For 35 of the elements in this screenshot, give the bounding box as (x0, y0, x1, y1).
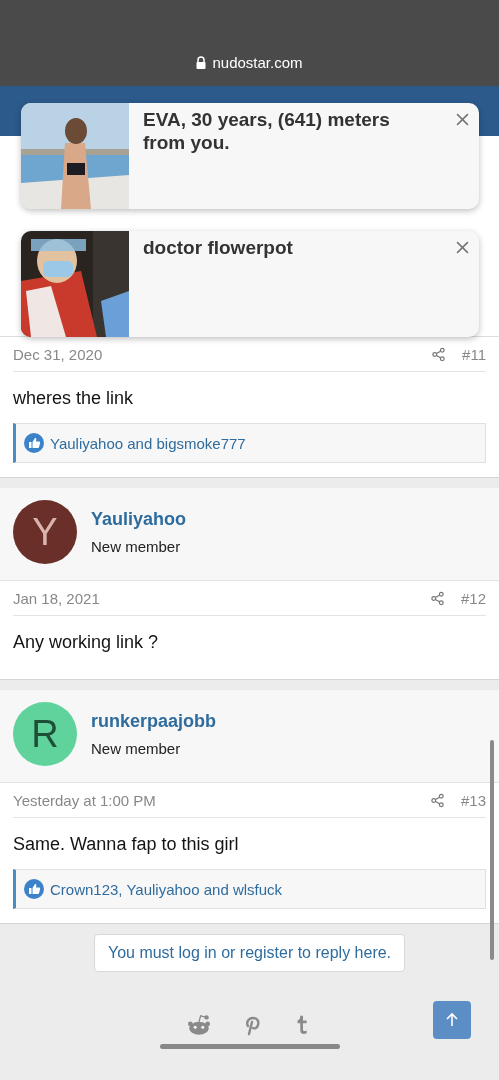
arrow-up-icon (444, 1012, 460, 1028)
reactions-link[interactable]: Crown123, Yauliyahoo and wlsfuck (50, 880, 283, 898)
scroll-top-button[interactable] (433, 1001, 471, 1039)
scrollbar[interactable] (490, 740, 494, 960)
post-date[interactable]: Dec 31, 2020 (13, 345, 103, 363)
post-number-link[interactable]: #12 (460, 589, 486, 607)
ad-title[interactable]: EVA, 30 years, (641) meters from you. (129, 103, 479, 155)
post-text: Any working link ? (13, 631, 160, 654)
post-number-link[interactable]: #11 (462, 345, 486, 363)
user-avatar[interactable]: Y (13, 500, 77, 564)
ad-title[interactable]: doctor flowerpot (129, 231, 349, 260)
reactions-link[interactable]: Yauliyahoo and bigsmoke777 (50, 434, 246, 452)
lock-icon (196, 56, 207, 69)
user-title: New member (91, 538, 182, 555)
like-icon (24, 433, 44, 453)
user-avatar[interactable]: R (13, 702, 77, 766)
reddit-icon[interactable] (185, 1012, 212, 1038)
post-number-link[interactable]: #13 (460, 791, 486, 809)
post-date[interactable]: Jan 18, 2021 (13, 589, 100, 607)
share-icon[interactable] (429, 590, 445, 606)
share-icon[interactable] (431, 346, 447, 362)
login-notice-button[interactable]: You must log in or register to reply here. (93, 934, 406, 972)
close-icon[interactable] (456, 113, 469, 126)
user-title: New member (91, 740, 182, 757)
post-text: Same. Wanna fap to this girl (13, 833, 240, 856)
close-icon[interactable] (456, 241, 469, 254)
share-icon[interactable] (429, 792, 445, 808)
ad-popup[interactable]: doctor flowerpot (21, 231, 479, 337)
post-date[interactable]: Yesterday at 1:00 PM (13, 791, 156, 809)
post-text: wheres the link (13, 387, 135, 410)
username-link[interactable]: runkerpaajobb (91, 711, 217, 732)
ad-popup[interactable]: EVA, 30 years, (641) meters from you. (21, 103, 479, 209)
url-text[interactable]: nudostar.com (212, 54, 303, 71)
username-link[interactable]: Yauliyahoo (91, 509, 187, 530)
like-icon (24, 879, 44, 899)
